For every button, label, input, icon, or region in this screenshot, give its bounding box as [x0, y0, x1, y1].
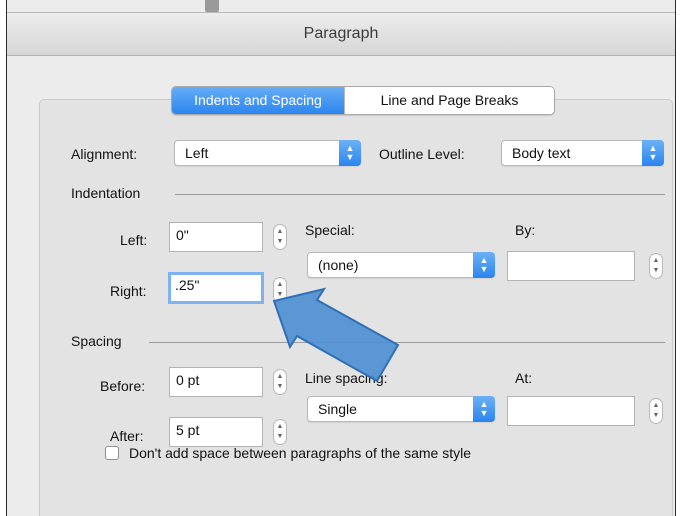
- alignment-select[interactable]: Left ▲ ▼: [174, 140, 361, 166]
- indent-right-stepper[interactable]: ▲ ▼: [273, 277, 287, 303]
- tab-bar: Indents and Spacing Line and Page Breaks: [171, 86, 555, 115]
- spacing-after-input[interactable]: 5 pt: [169, 417, 263, 447]
- dont-add-space-checkbox[interactable]: [105, 446, 119, 460]
- indentation-section-header: Indentation: [71, 185, 141, 201]
- by-stepper[interactable]: ▲ ▼: [649, 253, 663, 279]
- special-label: Special:: [305, 222, 355, 238]
- outline-level-value: Body text: [512, 145, 571, 161]
- chevron-up-down-icon: ▲ ▼: [642, 140, 664, 166]
- dialog-title: Paragraph: [303, 25, 379, 42]
- spacing-section-header: Spacing: [71, 333, 122, 349]
- at-input[interactable]: [507, 396, 635, 426]
- dont-add-space-label: Don't add space between paragraphs of th…: [129, 445, 471, 461]
- at-label: At:: [515, 370, 533, 386]
- outline-level-label: Outline Level:: [379, 146, 465, 162]
- window-edge-handle: [205, 0, 219, 12]
- chevron-up-down-icon: ▲ ▼: [473, 396, 495, 422]
- indent-left-input[interactable]: 0": [169, 222, 263, 252]
- tab-line-and-page-breaks[interactable]: Line and Page Breaks: [344, 87, 554, 114]
- paragraph-dialog: Paragraph Indents and Spacing Line and P…: [6, 0, 676, 516]
- indent-left-stepper[interactable]: ▲ ▼: [273, 224, 287, 250]
- by-label: By:: [515, 222, 536, 238]
- outline-level-select[interactable]: Body text ▲ ▼: [501, 140, 664, 166]
- indent-right-label: Right:: [110, 283, 147, 299]
- alignment-label: Alignment:: [71, 146, 138, 162]
- indent-right-input[interactable]: .25": [168, 272, 264, 304]
- indent-left-label: Left:: [120, 232, 148, 248]
- by-input[interactable]: [507, 251, 635, 281]
- spacing-after-stepper[interactable]: ▲ ▼: [273, 419, 287, 445]
- spacing-divider: [149, 342, 665, 343]
- line-spacing-label: Line spacing:: [305, 370, 388, 386]
- line-spacing-value: Single: [318, 401, 357, 417]
- alignment-value: Left: [185, 145, 209, 161]
- tab-indents-and-spacing[interactable]: Indents and Spacing: [172, 87, 344, 114]
- special-select[interactable]: (none) ▲ ▼: [307, 252, 495, 278]
- special-value: (none): [318, 257, 359, 273]
- spacing-before-label: Before:: [100, 378, 146, 394]
- title-bar: Paragraph: [7, 12, 675, 56]
- chevron-up-down-icon: ▲ ▼: [473, 252, 495, 278]
- spacing-before-stepper[interactable]: ▲ ▼: [273, 369, 287, 395]
- indentation-divider: [175, 194, 665, 195]
- spacing-after-label: After:: [110, 428, 144, 444]
- at-stepper[interactable]: ▲ ▼: [649, 398, 663, 424]
- line-spacing-select[interactable]: Single ▲ ▼: [307, 396, 495, 422]
- chevron-up-down-icon: ▲ ▼: [339, 140, 361, 166]
- spacing-before-input[interactable]: 0 pt: [169, 367, 263, 397]
